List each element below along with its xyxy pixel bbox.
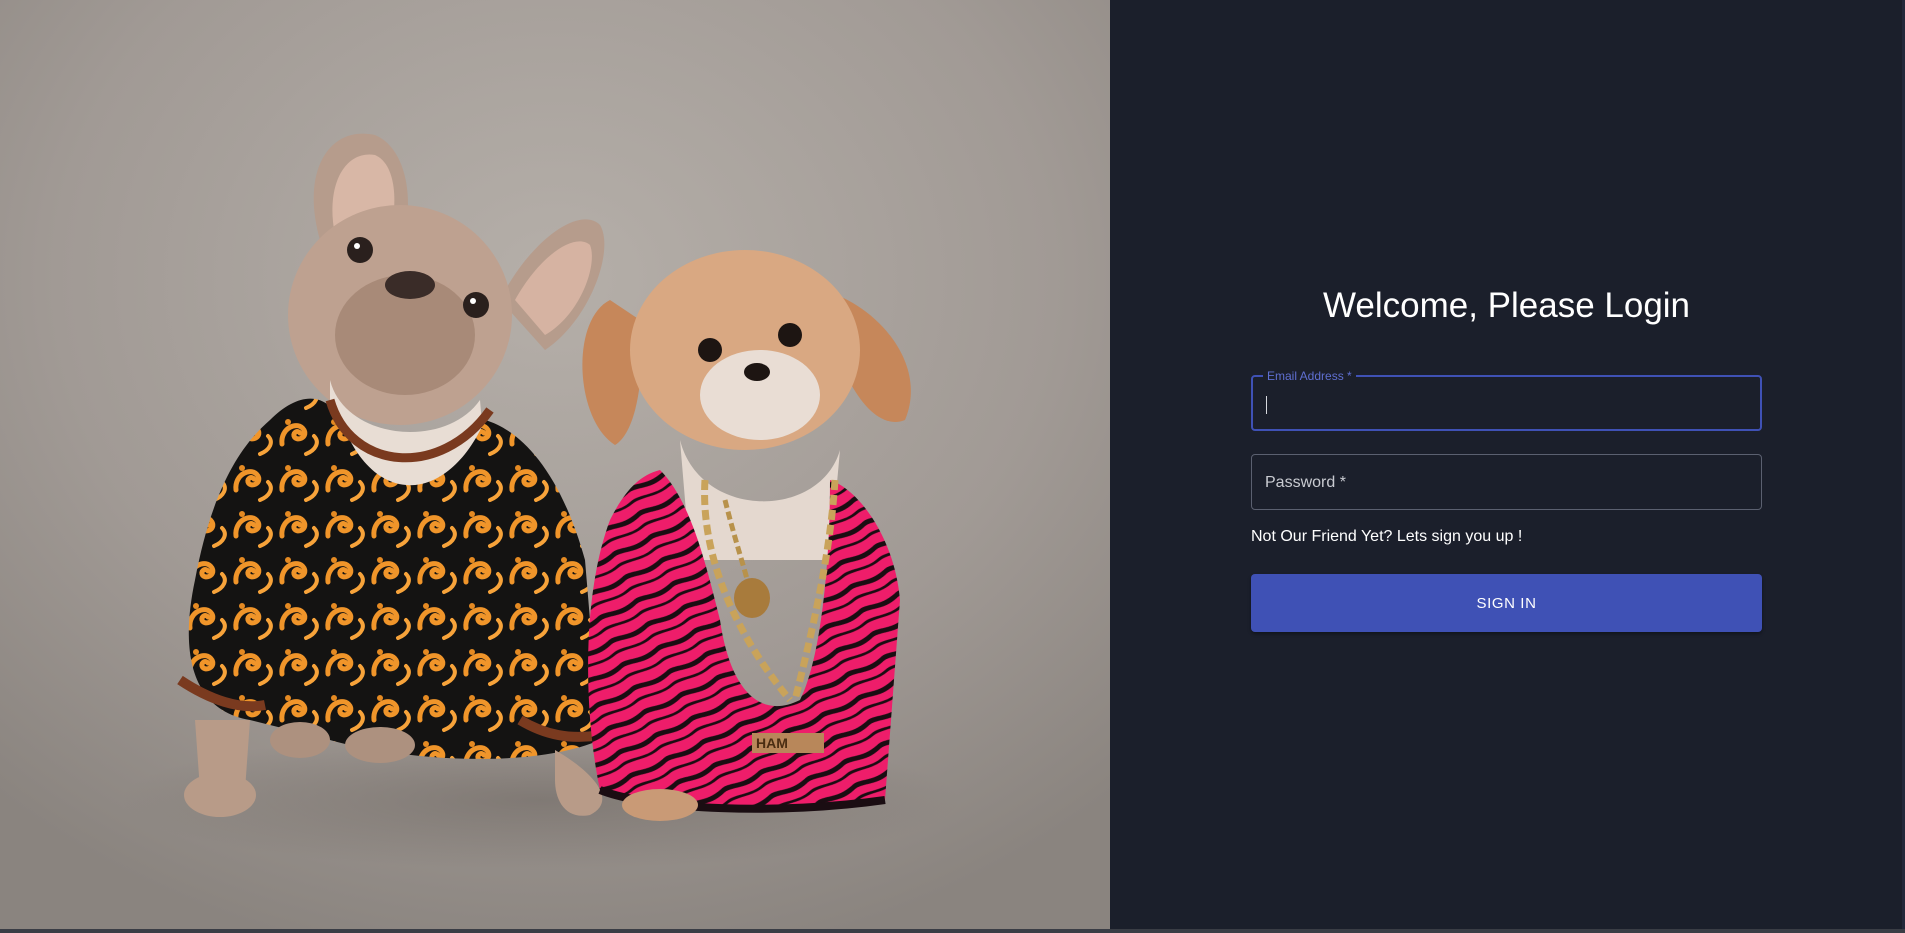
password-input[interactable] xyxy=(1264,467,1744,497)
bottom-border xyxy=(0,929,1905,933)
dog-tag-text: HAM xyxy=(756,735,788,751)
email-label: Email Address * xyxy=(1263,368,1356,384)
signup-link[interactable]: Not Our Friend Yet? Lets sign you up ! xyxy=(1251,527,1762,547)
email-field[interactable]: Email Address * xyxy=(1251,368,1762,431)
page-title: Welcome, Please Login xyxy=(1322,286,1691,325)
email-input[interactable] xyxy=(1265,389,1745,419)
login-form: Welcome, Please Login Email Address * Pa… xyxy=(1251,270,1762,632)
login-panel: Welcome, Please Login Email Address * Pa… xyxy=(1110,0,1905,929)
sign-in-button[interactable]: SIGN IN xyxy=(1251,574,1762,632)
password-field[interactable]: Password * xyxy=(1251,454,1762,510)
hero-image: HAM xyxy=(0,0,1110,929)
small-dog-figure: HAM xyxy=(582,250,911,821)
text-caret xyxy=(1266,396,1267,414)
